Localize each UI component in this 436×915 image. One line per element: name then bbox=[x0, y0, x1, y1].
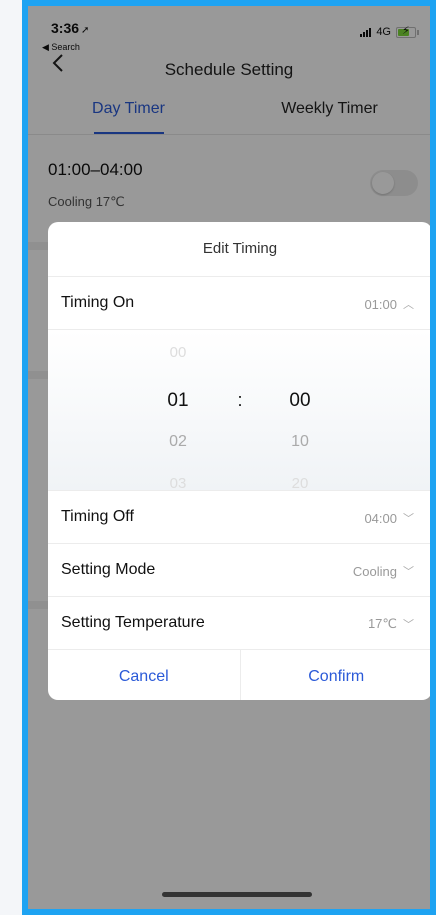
home-indicator[interactable] bbox=[162, 892, 312, 897]
timing-on-value: 01:00 ︿ bbox=[364, 296, 414, 312]
setting-temperature-row[interactable]: Setting Temperature 17℃ ﹀ bbox=[48, 597, 430, 650]
hour-option[interactable]: 03 bbox=[148, 475, 208, 490]
timing-on-row[interactable]: Timing On 01:00 ︿ bbox=[48, 277, 430, 330]
dialog-actions: Cancel Confirm bbox=[48, 650, 430, 700]
timing-off-label: Timing Off bbox=[61, 508, 134, 525]
chevron-up-icon: ︿ bbox=[403, 299, 414, 311]
minute-option-selected[interactable]: 00 bbox=[270, 390, 330, 412]
edit-timing-dialog: Edit Timing Timing On 01:00 ︿ 00 01 02 03… bbox=[48, 222, 430, 700]
setting-mode-row[interactable]: Setting Mode Cooling ﹀ bbox=[48, 544, 430, 597]
timing-off-row[interactable]: Timing Off 04:00 ﹀ bbox=[48, 491, 430, 544]
app-screen: 3:36 ➚ ◀ Search 4G ⚡ Schedule Setting Day… bbox=[28, 6, 430, 909]
time-separator: : bbox=[237, 390, 243, 410]
setting-temperature-label: Setting Temperature bbox=[61, 614, 205, 631]
chevron-down-icon: ﹀ bbox=[403, 513, 414, 525]
hour-option-selected[interactable]: 01 bbox=[148, 390, 208, 412]
dialog-title: Edit Timing bbox=[48, 222, 430, 277]
hour-option[interactable]: 00 bbox=[148, 344, 208, 361]
minute-option[interactable]: 10 bbox=[270, 433, 330, 451]
confirm-button[interactable]: Confirm bbox=[239, 650, 431, 700]
minute-option[interactable]: 20 bbox=[270, 475, 330, 490]
chevron-down-icon: ﹀ bbox=[403, 619, 414, 631]
timing-off-value: 04:00 ﹀ bbox=[364, 510, 414, 526]
chevron-down-icon: ﹀ bbox=[403, 566, 414, 578]
hour-option[interactable]: 02 bbox=[148, 433, 208, 451]
setting-mode-label: Setting Mode bbox=[61, 561, 156, 578]
device-frame: 3:36 ➚ ◀ Search 4G ⚡ Schedule Setting Day… bbox=[22, 0, 436, 915]
setting-temperature-value: 17℃ ﹀ bbox=[367, 616, 414, 631]
setting-mode-value: Cooling ﹀ bbox=[352, 563, 414, 579]
time-picker[interactable]: 00 01 02 03 : 00 10 20 bbox=[48, 330, 430, 491]
timing-on-label: Timing On bbox=[61, 294, 135, 311]
cancel-button[interactable]: Cancel bbox=[48, 650, 240, 700]
